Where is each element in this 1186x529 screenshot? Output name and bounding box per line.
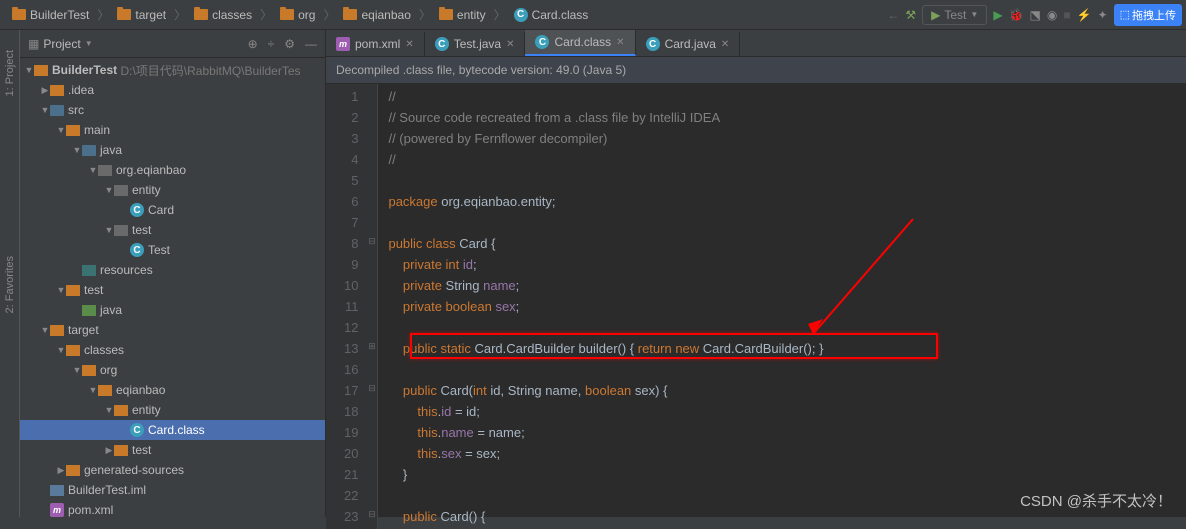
close-icon[interactable]: ✕ (721, 39, 729, 50)
tree-classes[interactable]: ▼classes (20, 340, 325, 360)
tree-root[interactable]: ▼BuilderTest D:\项目代码\RabbitMQ\BuilderTes (20, 60, 325, 80)
coverage-icon[interactable]: ⬔ (1030, 8, 1041, 22)
bc-classes[interactable]: classes (190, 6, 256, 24)
tree-entity2[interactable]: ▼entity (20, 400, 325, 420)
tree-cardclass[interactable]: CCard.class (20, 420, 325, 440)
tree-main[interactable]: ▼main (20, 120, 325, 140)
tab-test[interactable]: CTest.java✕ (425, 32, 526, 56)
panel-title: ▦Project▼ (28, 37, 248, 51)
rail-favorites[interactable]: 2: Favorites (4, 256, 16, 313)
back-icon[interactable]: ← (887, 8, 899, 22)
bc-entity[interactable]: entity (435, 6, 490, 24)
tree-entity[interactable]: ▼entity (20, 180, 325, 200)
tab-cardjava[interactable]: CCard.java✕ (636, 32, 741, 56)
tree-idea[interactable]: ▶.idea (20, 80, 325, 100)
tree-test2[interactable]: ▼test (20, 280, 325, 300)
tree-resources[interactable]: resources (20, 260, 325, 280)
tree-testdir[interactable]: ▼test (20, 220, 325, 240)
breadcrumb[interactable]: BuilderTest〉 target〉 classes〉 org〉 eqian… (0, 6, 887, 24)
collapse-icon[interactable]: ÷ (268, 37, 275, 51)
watermark: CSDN @杀手不太冷！ (1020, 490, 1172, 511)
run-config-combo[interactable]: ▶Test▼ (922, 5, 987, 25)
close-icon[interactable]: ✕ (405, 39, 413, 50)
tree-pom[interactable]: mpom.xml (20, 500, 325, 517)
bc-org[interactable]: org (276, 6, 319, 24)
stop-icon[interactable]: ■ (1063, 8, 1070, 22)
editor-tabs: mpom.xml✕ CTest.java✕ CCard.class✕ CCard… (326, 30, 1186, 57)
tab-pom[interactable]: mpom.xml✕ (326, 32, 425, 56)
line-gutter: 123456789101112131617181920212223 (326, 84, 366, 529)
debug-icon[interactable]: 🐞 (1009, 8, 1024, 22)
tree-iml[interactable]: BuilderTest.iml (20, 480, 325, 500)
tool-icon[interactable]: ⚡ (1077, 8, 1092, 22)
tree-card[interactable]: CCard (20, 200, 325, 220)
bc-root[interactable]: BuilderTest (8, 6, 93, 24)
tree-pkg[interactable]: ▼org.eqianbao (20, 160, 325, 180)
tree-target[interactable]: ▼target (20, 320, 325, 340)
tree-gensrc[interactable]: ▶generated-sources (20, 460, 325, 480)
profile-icon[interactable]: ◉ (1047, 8, 1057, 22)
tree-testfolder[interactable]: ▶test (20, 440, 325, 460)
decompile-banner: Decompiled .class file, bytecode version… (326, 57, 1186, 84)
bc-file[interactable]: CCard.class (510, 6, 593, 24)
hammer-icon[interactable]: ⚒ (905, 8, 916, 22)
code-editor[interactable]: 123456789101112131617181920212223 ⊟⊞⊟⊟ /… (326, 84, 1186, 529)
tree-java2[interactable]: java (20, 300, 325, 320)
close-icon[interactable]: ✕ (616, 37, 624, 48)
bc-eqianbao[interactable]: eqianbao (339, 6, 414, 24)
gear-icon[interactable]: ⚙ (284, 37, 295, 51)
upload-button[interactable]: ⬚拖拽上传 (1114, 4, 1182, 26)
target-icon[interactable]: ⊕ (248, 37, 258, 51)
bc-target[interactable]: target (113, 6, 170, 24)
run-icon[interactable]: ▶ (993, 8, 1002, 22)
tree-src[interactable]: ▼src (20, 100, 325, 120)
hide-icon[interactable]: — (305, 37, 317, 51)
close-icon[interactable]: ✕ (506, 39, 514, 50)
project-tree[interactable]: ▼BuilderTest D:\项目代码\RabbitMQ\BuilderTes… (20, 58, 325, 517)
tool2-icon[interactable]: ✦ (1098, 8, 1108, 22)
tree-testclass[interactable]: CTest (20, 240, 325, 260)
tab-cardclass[interactable]: CCard.class✕ (525, 30, 635, 56)
tree-eqianbao[interactable]: ▼eqianbao (20, 380, 325, 400)
rail-project[interactable]: 1: Project (4, 50, 16, 96)
tree-java[interactable]: ▼java (20, 140, 325, 160)
tree-org[interactable]: ▼org (20, 360, 325, 380)
fold-column[interactable]: ⊟⊞⊟⊟ (366, 84, 378, 529)
